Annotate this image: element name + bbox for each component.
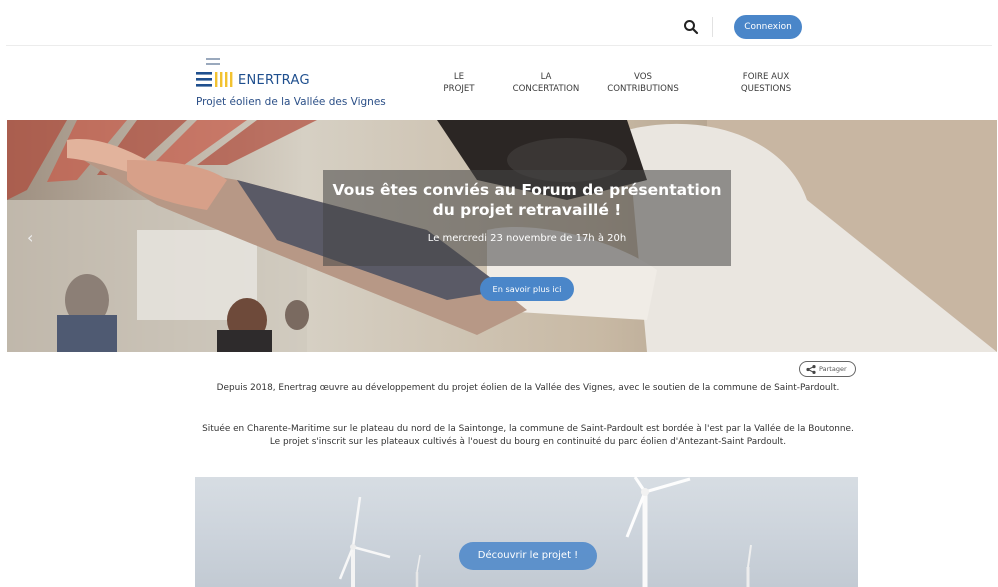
site-tagline: Projet éolien de la Vallée des Vignes	[196, 96, 386, 108]
logo-wordmark: ENERTRAG	[238, 73, 310, 88]
nav-item-foire-aux-questions[interactable]: FOIRE AUX QUESTIONS	[722, 71, 810, 95]
topbar-divider	[6, 45, 992, 46]
top-utility-bar: Connexion	[0, 0, 998, 46]
divider	[712, 17, 713, 37]
hero-date: Le mercredi 23 novembre de 17h à 20h	[427, 233, 627, 244]
hero-banner: ‹ Vous êtes conviés au Forum de présenta…	[7, 120, 997, 352]
intro-paragraph-2: Située en Charente-Maritime sur le plate…	[202, 424, 854, 447]
hero-cta-button[interactable]: En savoir plus ici	[480, 277, 574, 301]
login-button[interactable]: Connexion	[734, 15, 802, 39]
nav-item-la-concertation[interactable]: LA CONCERTATION	[506, 71, 586, 95]
wind-turbines-image	[338, 477, 752, 587]
chevron-left-icon[interactable]: ‹	[27, 228, 33, 247]
search-icon[interactable]	[683, 19, 699, 35]
intro-paragraph-1: Depuis 2018, Enertrag œuvre au développe…	[216, 383, 840, 393]
share-icon	[806, 365, 816, 379]
discover-project-panel: Découvrir le projet !	[195, 477, 858, 587]
nav-item-vos-contributions[interactable]: VOS CONTRIBUTIONS	[588, 71, 698, 95]
nav-item-le-projet[interactable]: LE PROJET	[440, 71, 478, 95]
share-button[interactable]: Partager	[799, 361, 856, 377]
discover-project-button[interactable]: Découvrir le projet !	[459, 542, 597, 570]
hero-title: Vous êtes conviés au Forum de présentati…	[332, 181, 722, 219]
share-label: Partager	[819, 365, 847, 373]
